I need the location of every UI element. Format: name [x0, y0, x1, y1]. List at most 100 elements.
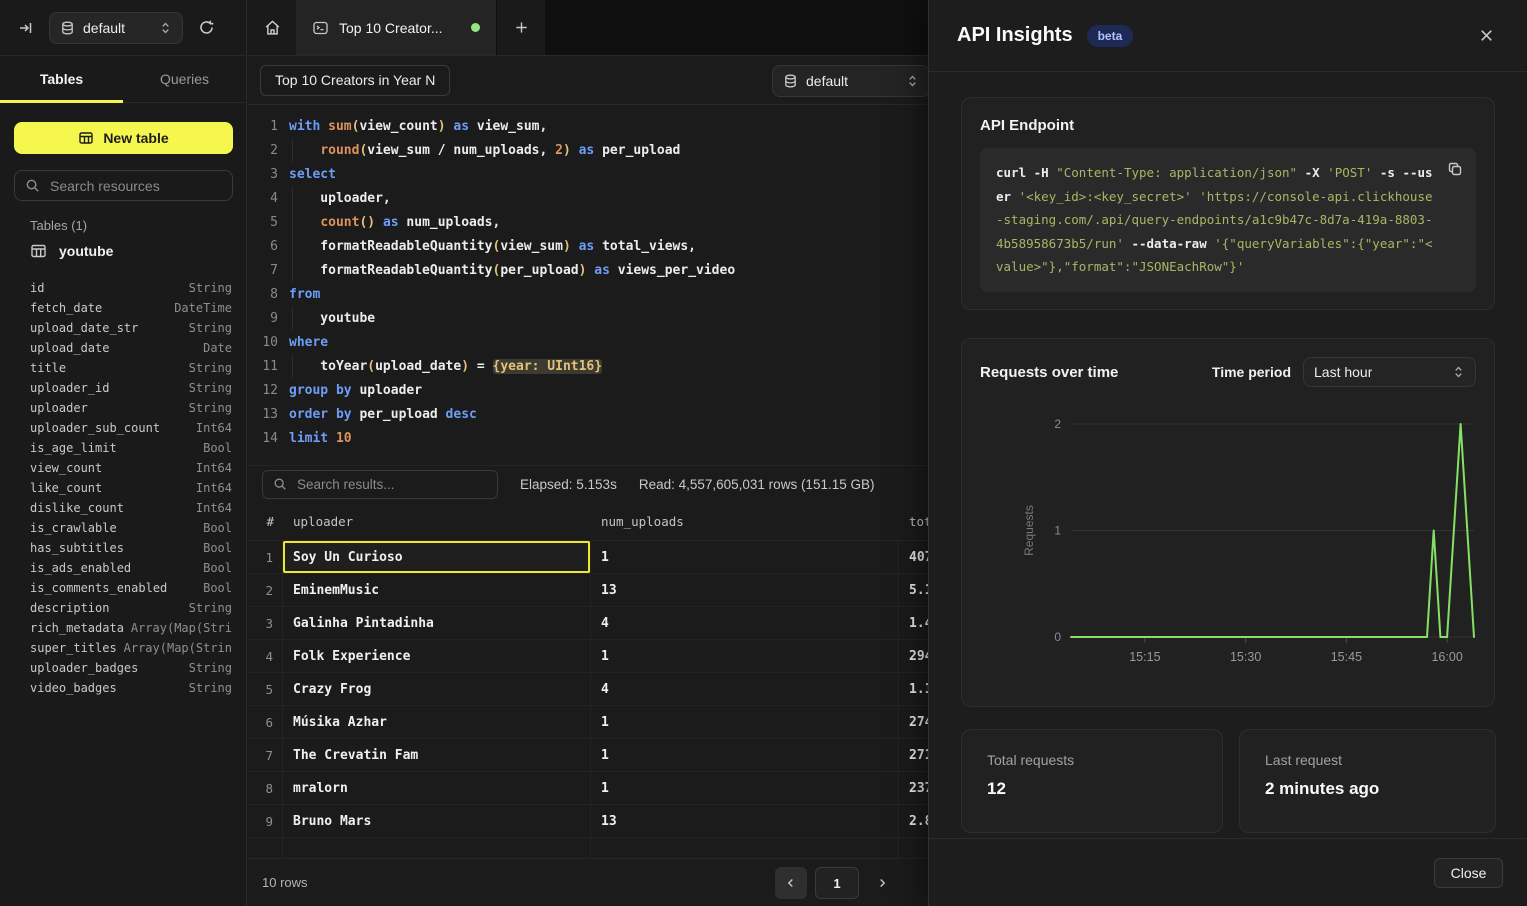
new-tab-button[interactable] — [497, 0, 545, 55]
code-text: youtube — [289, 307, 375, 331]
column-header[interactable]: num_uploads — [591, 502, 899, 540]
next-page-button[interactable] — [867, 867, 897, 899]
line-number: 5 — [248, 211, 278, 235]
column-name: description — [30, 601, 109, 615]
close-button[interactable]: Close — [1434, 858, 1503, 888]
copy-button[interactable] — [1445, 159, 1465, 179]
table-cell[interactable]: 1 — [591, 541, 899, 573]
column-header[interactable]: uploader — [283, 502, 591, 540]
requests-chart-card: Requests over time Time period Last hour… — [961, 338, 1495, 707]
code-text: count() as num_uploads, — [289, 211, 500, 235]
total-requests-value: 12 — [987, 779, 1197, 799]
pagination: 1 — [775, 867, 897, 899]
schema-column-row: uploader_idString — [30, 378, 232, 398]
column-type: Bool — [203, 561, 232, 575]
close-panel-button[interactable] — [1474, 23, 1499, 48]
table-cell[interactable]: EminemMusic — [283, 574, 591, 606]
page-number[interactable]: 1 — [815, 867, 859, 899]
column-name: uploader_sub_count — [30, 421, 160, 435]
api-insights-panel: API Insights beta API Endpoint curl -H "… — [928, 0, 1527, 906]
line-number: 3 — [248, 163, 278, 187]
refresh-icon — [198, 19, 215, 36]
code-text: formatReadableQuantity(per_upload) as vi… — [289, 259, 735, 283]
tab-queries[interactable]: Queries — [123, 56, 246, 102]
resource-search — [14, 170, 233, 201]
resource-search-input[interactable] — [48, 177, 222, 195]
sidebar-item-youtube-table[interactable]: youtube — [30, 243, 113, 259]
time-period-select[interactable]: Last hour — [1303, 357, 1476, 387]
tab-tables[interactable]: Tables — [0, 56, 123, 102]
column-type: String — [189, 321, 232, 335]
sidebar: default Tables Queries New table — [0, 0, 247, 906]
chevron-updown-icon — [159, 21, 172, 35]
column-type: Bool — [203, 441, 232, 455]
table-cell[interactable]: 4 — [591, 673, 899, 705]
table-cell — [283, 838, 591, 858]
table-cell[interactable]: Crazy Frog — [283, 673, 591, 705]
schema-column-row: has_subtitlesBool — [30, 538, 232, 558]
table-cell[interactable]: 1 — [591, 706, 899, 738]
schema-column-row: titleString — [30, 358, 232, 378]
code-text: from — [289, 283, 320, 307]
table-cell[interactable]: 13 — [591, 574, 899, 606]
column-name: video_badges — [30, 681, 117, 695]
new-table-label: New table — [103, 130, 168, 146]
line-number: 2 — [248, 139, 278, 163]
query-title[interactable]: Top 10 Creators in Year N — [260, 65, 450, 96]
new-table-button[interactable]: New table — [14, 122, 233, 154]
line-number: 4 — [248, 187, 278, 211]
unsaved-dot — [471, 23, 480, 32]
table-cell[interactable]: 13 — [591, 805, 899, 837]
tab-top-10-creators[interactable]: Top 10 Creator... — [296, 0, 497, 55]
column-name: super_titles — [30, 641, 117, 655]
table-cell[interactable]: The Crevatin Fam — [283, 739, 591, 771]
table-cell[interactable]: 1 — [591, 640, 899, 672]
table-cell[interactable]: 1 — [591, 739, 899, 771]
plus-icon — [514, 20, 529, 35]
column-type: String — [189, 401, 232, 415]
database-select[interactable]: default — [49, 12, 183, 44]
panel-title: API Insights — [957, 24, 1073, 47]
table-cell[interactable]: Galinha Pintadinha — [283, 607, 591, 639]
home-button[interactable] — [248, 0, 296, 55]
svg-text:Requests: Requests — [1022, 505, 1036, 556]
column-type: DateTime — [174, 301, 232, 315]
column-name: is_crawlable — [30, 521, 117, 535]
column-header[interactable]: # — [248, 502, 283, 540]
row-number: 3 — [248, 607, 283, 639]
table-cell[interactable]: Folk Experience — [283, 640, 591, 672]
database-select-value: default — [83, 20, 125, 36]
total-requests-label: Total requests — [987, 752, 1197, 768]
line-number: 11 — [248, 355, 278, 379]
table-cell[interactable]: Músika Azhar — [283, 706, 591, 738]
table-cell[interactable]: 4 — [591, 607, 899, 639]
svg-text:15:30: 15:30 — [1230, 650, 1261, 664]
svg-text:15:15: 15:15 — [1129, 650, 1160, 664]
table-grid-icon — [30, 243, 47, 259]
schema-column-row: uploader_badgesString — [30, 658, 232, 678]
line-number: 10 — [248, 331, 278, 355]
app-root: default Tables Queries New table — [0, 0, 1527, 906]
database-icon — [60, 20, 75, 36]
table-cell[interactable]: Soy Un Curioso — [283, 541, 591, 573]
sidebar-toolbar: default — [0, 0, 246, 56]
table-cell[interactable]: mralorn — [283, 772, 591, 804]
row-number: 7 — [248, 739, 283, 771]
column-type: Int64 — [196, 501, 232, 515]
collapse-sidebar-button[interactable] — [12, 14, 40, 42]
column-name: uploader_badges — [30, 661, 138, 675]
results-search-input[interactable] — [295, 476, 487, 493]
svg-text:2: 2 — [1054, 417, 1061, 431]
prev-page-button[interactable] — [775, 867, 807, 899]
column-type: Date — [203, 341, 232, 355]
table-cell — [248, 838, 283, 858]
schema-column-row: upload_date_strString — [30, 318, 232, 338]
svg-text:0: 0 — [1054, 630, 1061, 644]
last-request-value: 2 minutes ago — [1265, 779, 1470, 799]
refresh-button[interactable] — [192, 14, 220, 42]
column-name: is_age_limit — [30, 441, 117, 455]
table-cell[interactable]: 1 — [591, 772, 899, 804]
query-database-select[interactable]: default — [772, 65, 930, 97]
table-cell[interactable]: Bruno Mars — [283, 805, 591, 837]
row-number: 9 — [248, 805, 283, 837]
